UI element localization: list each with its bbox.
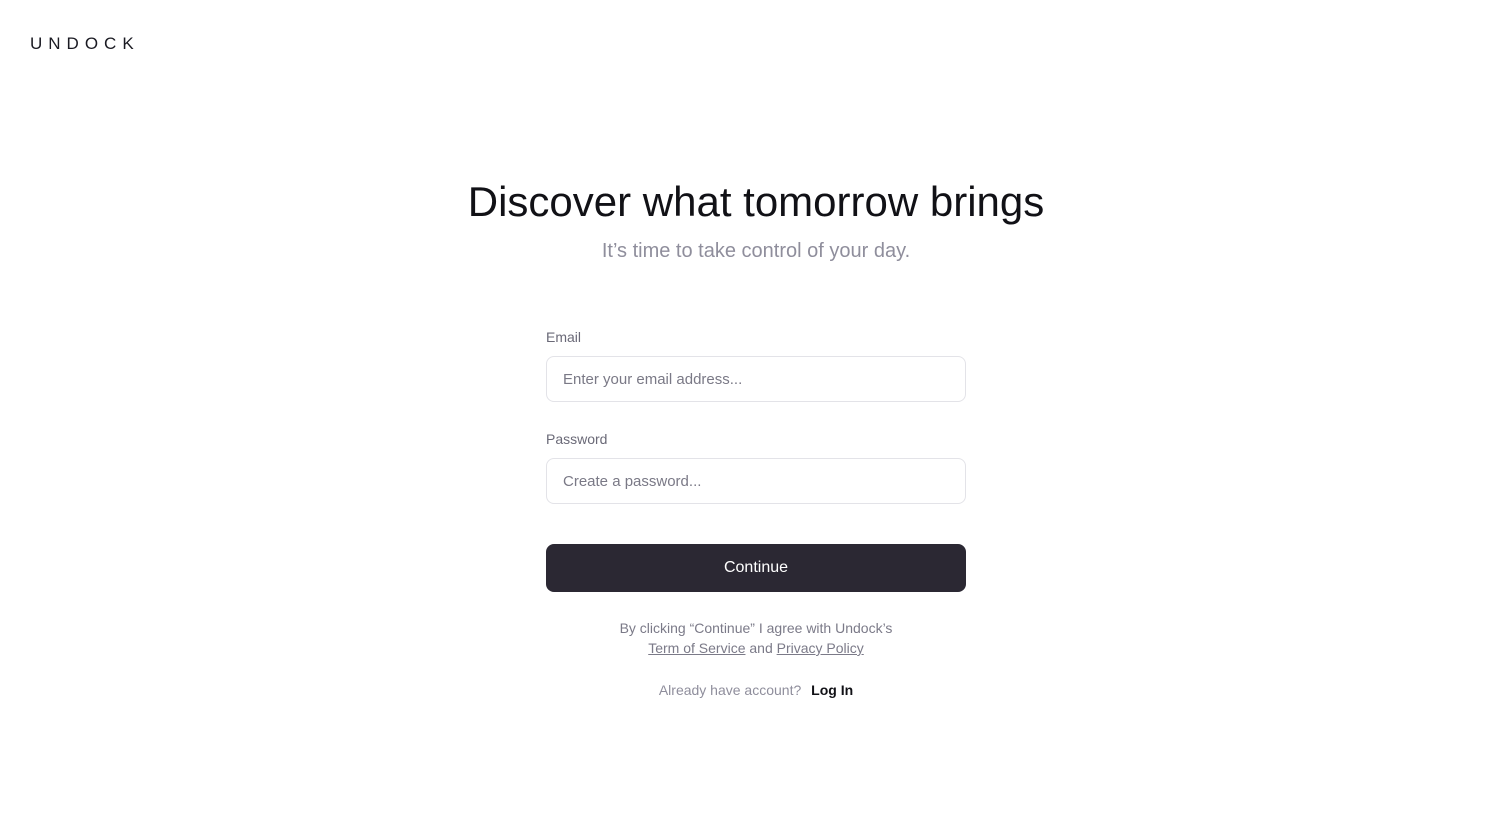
continue-button[interactable]: Continue [546, 544, 966, 592]
terms-of-service-link[interactable]: Term of Service [648, 640, 745, 656]
email-input[interactable] [546, 356, 966, 402]
hero-section: Discover what tomorrow brings It’s time … [0, 176, 1512, 264]
page-subtitle: It’s time to take control of your day. [601, 240, 911, 262]
password-input[interactable] [546, 458, 966, 504]
signup-form: Email Password Continue By clicking “Con… [546, 328, 966, 699]
email-field-group: Email [546, 328, 966, 402]
terms-and: and [749, 640, 773, 656]
page-title: Discover what tomorrow brings [467, 178, 1045, 225]
log-in-link[interactable]: Log In [811, 682, 853, 698]
email-label: Email [546, 329, 582, 345]
terms-prefix: By clicking “Continue” I agree with Undo… [619, 620, 893, 636]
undock-logo[interactable]: UNDOCK [30, 34, 140, 54]
password-field-group: Password [546, 430, 966, 504]
terms-text: By clicking “Continue” I agree with Undo… [546, 618, 966, 658]
privacy-policy-link[interactable]: Privacy Policy [777, 640, 864, 656]
password-label: Password [546, 431, 608, 447]
login-prompt-text: Already have account? [658, 682, 802, 698]
signup-page: UNDOCK Discover what tomorrow brings It’… [0, 0, 1512, 814]
login-prompt-row: Already have account? Log In [546, 681, 966, 699]
